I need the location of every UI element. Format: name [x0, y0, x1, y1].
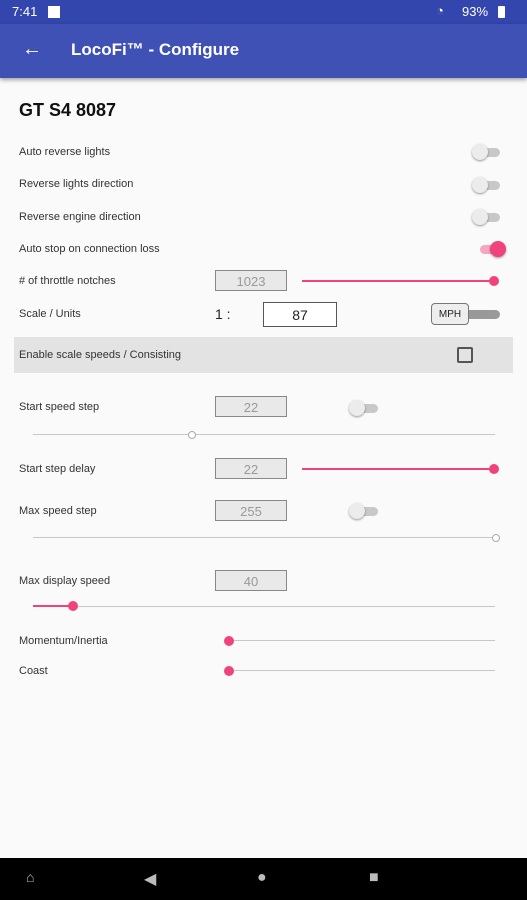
status-bar: 7:41 ◔ 93%: [0, 0, 527, 24]
system-nav-bar: ⌂ ◀ ● ■: [0, 858, 527, 900]
status-time: 7:41: [12, 4, 38, 19]
throttle-notches-field[interactable]: 1023: [215, 270, 287, 291]
scale-speeds-checkbox[interactable]: [457, 347, 473, 363]
max-speed-step-field[interactable]: 255: [215, 500, 287, 521]
units-label: MPH: [431, 303, 469, 325]
auto-reverse-lights-label: Auto reverse lights: [19, 146, 111, 158]
page-title: LocoFi™ - Configure: [71, 40, 240, 59]
momentum-label: Momentum/Inertia: [19, 635, 108, 647]
device-name: GT S4 8087: [19, 100, 117, 120]
scale-units-label: Scale / Units: [19, 308, 81, 320]
home-app-icon[interactable]: ⌂: [26, 869, 34, 885]
nav-home-icon[interactable]: ●: [257, 869, 267, 887]
wifi-icon: ◔: [436, 3, 444, 18]
battery-percent: 93%: [462, 4, 489, 19]
back-arrow-icon[interactable]: ←: [22, 38, 42, 61]
reverse-engine-direction-label: Reverse engine direction: [19, 211, 141, 223]
nav-recents-icon[interactable]: ■: [369, 869, 379, 887]
battery-icon: [498, 6, 505, 18]
start-speed-step-field[interactable]: 22: [215, 396, 287, 417]
scale-prefix: 1 :: [215, 306, 231, 322]
coast-label: Coast: [19, 665, 48, 677]
scale-input[interactable]: 87: [263, 302, 337, 327]
app-bar: ← LocoFi™ - Configure: [0, 24, 527, 78]
start-step-delay-field[interactable]: 22: [215, 458, 287, 479]
max-speed-step-label: Max speed step: [19, 505, 97, 517]
max-display-speed-label: Max display speed: [19, 575, 111, 587]
max-display-speed-field[interactable]: 40: [215, 570, 287, 591]
throttle-notches-label: # of throttle notches: [19, 275, 116, 287]
reverse-lights-direction-label: Reverse lights direction: [19, 178, 134, 190]
scale-speeds-label: Enable scale speeds / Consisting: [19, 349, 182, 361]
start-speed-step-label: Start speed step: [19, 401, 100, 413]
start-step-delay-label: Start step delay: [19, 463, 96, 475]
scale-speeds-row[interactable]: Enable scale speeds / Consisting: [14, 337, 513, 373]
nav-back-icon[interactable]: ◀: [144, 869, 156, 889]
auto-stop-label: Auto stop on connection loss: [19, 243, 160, 255]
image-notification-icon: [48, 6, 60, 18]
